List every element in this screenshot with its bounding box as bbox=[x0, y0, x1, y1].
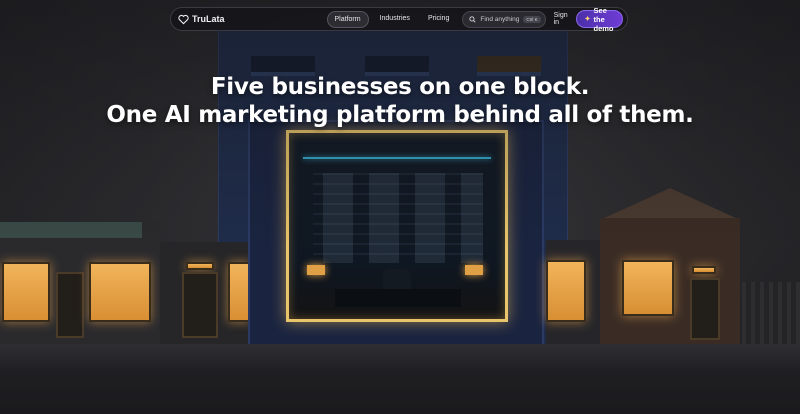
nav-link-platform[interactable]: Platform bbox=[326, 10, 369, 28]
search-shortcut-badge: Ctrl K bbox=[523, 15, 541, 23]
sparkle-icon: ✦ bbox=[584, 16, 591, 23]
heart-logo-icon bbox=[178, 14, 189, 24]
nav-link-pricing[interactable]: Pricing bbox=[421, 11, 456, 28]
search-placeholder: Find anything bbox=[480, 15, 520, 23]
brand-name: TruLata bbox=[192, 14, 225, 24]
hero-line-2: One AI marketing platform behind all of … bbox=[106, 102, 694, 128]
hero-headline: Five businesses on one block. One AI mar… bbox=[0, 73, 800, 129]
search-input[interactable]: Find anything Ctrl K bbox=[462, 10, 546, 28]
overlay bbox=[0, 0, 800, 414]
search-icon bbox=[469, 15, 476, 23]
see-demo-label: See the demo bbox=[593, 5, 614, 33]
nav-link-industries[interactable]: Industries bbox=[373, 11, 417, 28]
hero-line-1: Five businesses on one block. bbox=[210, 74, 590, 100]
see-demo-button[interactable]: ✦ See the demo bbox=[575, 6, 623, 33]
top-navigation-bar: TruLata Platform Industries Pricing Find… bbox=[170, 6, 628, 33]
brand-logo[interactable]: TruLata bbox=[178, 14, 225, 25]
nav-links: Platform Industries Pricing bbox=[326, 10, 457, 28]
hero-background-scene bbox=[0, 0, 800, 414]
sign-in-link[interactable]: Sign in bbox=[554, 12, 568, 26]
